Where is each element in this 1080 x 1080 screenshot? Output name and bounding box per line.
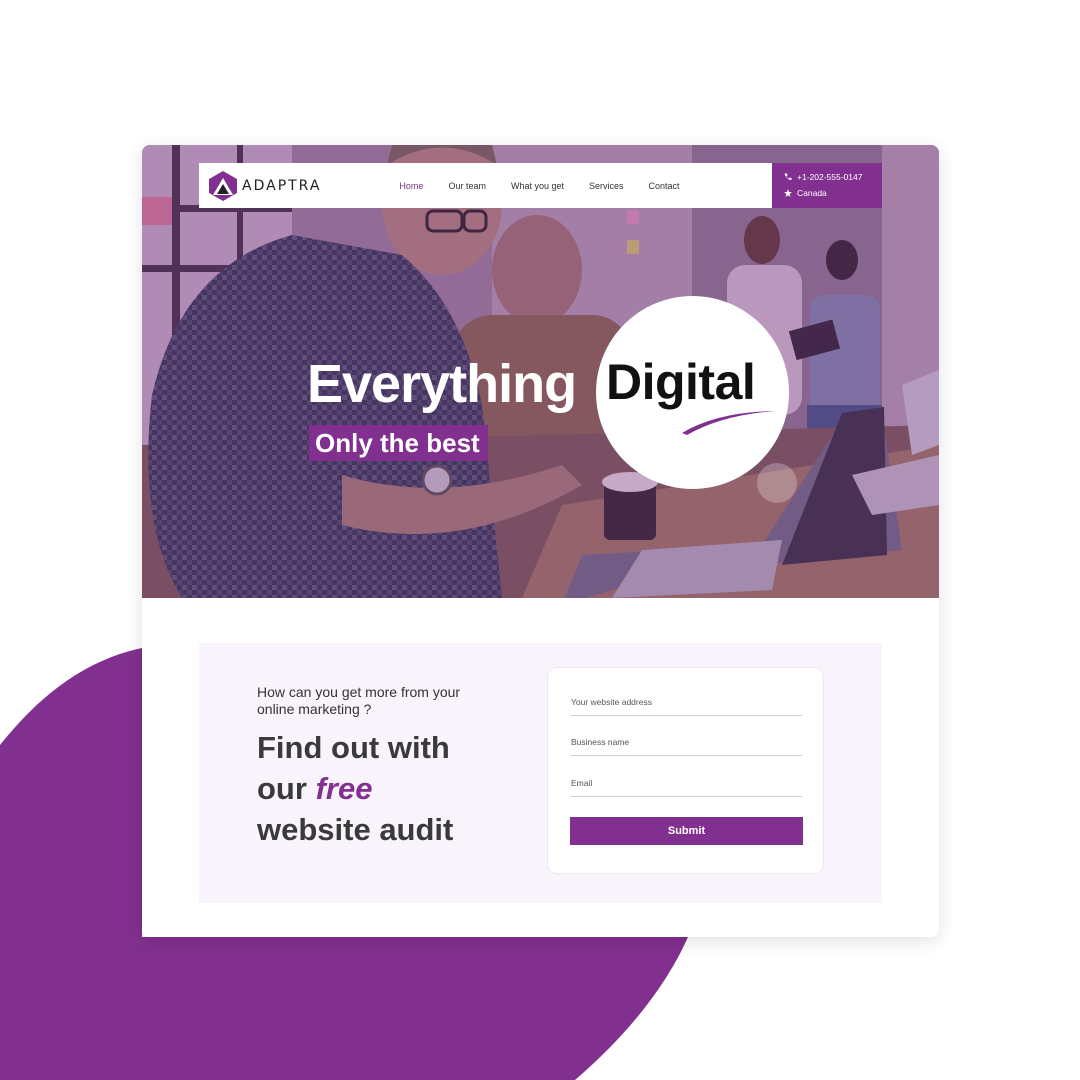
submit-button[interactable]: Submit bbox=[570, 817, 803, 845]
audit-heading: Find out with our free website audit bbox=[257, 727, 453, 850]
nav-services[interactable]: Services bbox=[589, 181, 624, 191]
phone-row[interactable]: +1-202-555-0147 bbox=[784, 172, 882, 182]
business-name-input[interactable] bbox=[571, 737, 802, 747]
audit-heading-free: free bbox=[315, 771, 373, 806]
nav-what-you-get[interactable]: What you get bbox=[511, 181, 564, 191]
audit-heading-our: our bbox=[257, 771, 307, 806]
nav-home[interactable]: Home bbox=[399, 181, 423, 191]
email-input[interactable] bbox=[571, 778, 802, 788]
audit-heading-line2: our free bbox=[257, 768, 453, 809]
phone-number: +1-202-555-0147 bbox=[797, 172, 863, 182]
brand-logo[interactable]: ADAPTRA bbox=[209, 170, 322, 201]
website-address-input[interactable] bbox=[571, 697, 802, 707]
hero-section: ADAPTRA Home Our team What you get Servi… bbox=[142, 145, 939, 598]
audit-heading-line3: website audit bbox=[257, 812, 454, 847]
hero-headline: Everything bbox=[307, 354, 577, 414]
website-mockup-card: ADAPTRA Home Our team What you get Servi… bbox=[142, 145, 939, 937]
location-row: Canada bbox=[784, 188, 882, 198]
hero-highlight-word: Digital bbox=[606, 354, 756, 410]
audit-question: How can you get more from your online ma… bbox=[257, 684, 461, 717]
audit-form: Submit bbox=[547, 667, 824, 874]
top-navbar: ADAPTRA Home Our team What you get Servi… bbox=[199, 163, 772, 208]
contact-info-box: +1-202-555-0147 Canada bbox=[772, 163, 882, 208]
audit-section: How can you get more from your online ma… bbox=[199, 643, 882, 903]
website-field bbox=[571, 692, 802, 716]
stage: ADAPTRA Home Our team What you get Servi… bbox=[0, 0, 1080, 1080]
brand-name: ADAPTRA bbox=[242, 177, 322, 194]
adaptra-logo-icon bbox=[209, 170, 237, 201]
swoosh-underline bbox=[682, 411, 775, 435]
phone-icon bbox=[784, 173, 792, 181]
hero-tagline: Only the best bbox=[309, 425, 488, 461]
email-field bbox=[571, 773, 802, 797]
pin-icon bbox=[784, 189, 792, 197]
nav-menu: Home Our team What you get Services Cont… bbox=[399, 181, 704, 191]
nav-our-team[interactable]: Our team bbox=[448, 181, 486, 191]
audit-heading-line1: Find out with bbox=[257, 730, 450, 765]
nav-contact[interactable]: Contact bbox=[649, 181, 680, 191]
location-text: Canada bbox=[797, 188, 827, 198]
business-field bbox=[571, 732, 802, 756]
